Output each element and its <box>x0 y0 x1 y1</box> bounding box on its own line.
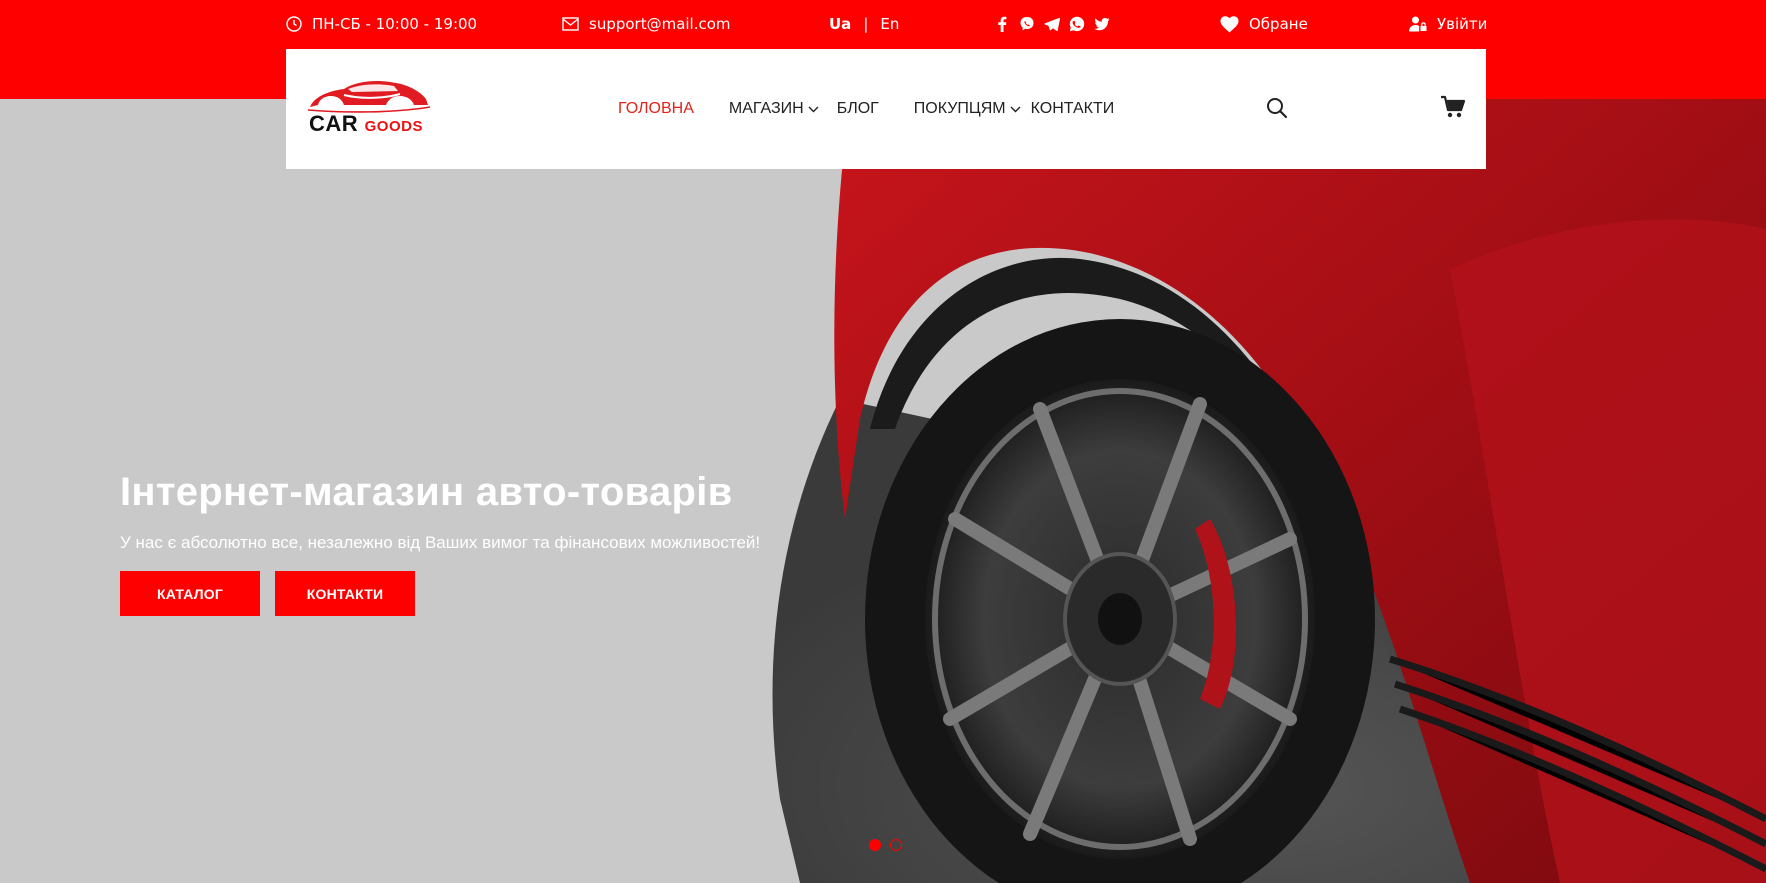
whatsapp-icon[interactable] <box>1069 16 1085 32</box>
user-icon <box>1409 16 1427 32</box>
nav-home-label: ГОЛОВНА <box>618 100 694 117</box>
hero-content: Інтернет-магазин авто-товарів У нас є аб… <box>120 470 760 616</box>
nav-shop-label: МАГАЗИН <box>728 100 804 117</box>
nav-blog[interactable]: БЛОГ <box>837 100 879 118</box>
telegram-icon[interactable] <box>1044 16 1060 32</box>
nav-home[interactable]: ГОЛОВНА <box>618 100 694 118</box>
main-header: CAR GOODS ГОЛОВНА МАГАЗИН БЛОГ ПОКУПЦЯМ … <box>286 49 1486 169</box>
facebook-icon[interactable] <box>994 16 1010 32</box>
email-link[interactable]: support@mail.com <box>562 0 731 48</box>
logo-goods-text: GOODS <box>364 118 423 135</box>
language-switcher: Ua | En <box>829 0 899 48</box>
heart-icon <box>1220 15 1239 33</box>
lang-ua[interactable]: Ua <box>829 15 851 33</box>
slider-dot-2[interactable] <box>890 839 902 851</box>
favorites-link[interactable]: Обране <box>1220 0 1308 48</box>
nav-blog-label: БЛОГ <box>836 100 879 117</box>
working-hours: ПН-СБ - 10:00 - 19:00 <box>286 0 477 48</box>
twitter-icon[interactable] <box>1094 16 1110 32</box>
lang-en[interactable]: En <box>880 15 899 33</box>
logo-text: CAR GOODS <box>309 111 423 137</box>
nav-buyers[interactable]: ПОКУПЦЯМ <box>914 100 1021 118</box>
top-info-line: ПН-СБ - 10:00 - 19:00 support@mail.com U… <box>286 0 1487 48</box>
cart-button[interactable] <box>1440 95 1466 123</box>
login-link[interactable]: Увійти <box>1409 0 1487 48</box>
social-links <box>994 0 1110 48</box>
search-button[interactable] <box>1266 97 1288 123</box>
login-label: Увійти <box>1437 15 1488 33</box>
nav-buyers-label: ПОКУПЦЯМ <box>913 100 1006 117</box>
email-text: support@mail.com <box>589 15 731 33</box>
hero-title: Інтернет-магазин авто-товарів <box>120 470 733 514</box>
main-nav: ГОЛОВНА МАГАЗИН БЛОГ ПОКУПЦЯМ КОНТАКТИ <box>618 49 1149 169</box>
contacts-button[interactable]: КОНТАКТИ <box>275 571 415 616</box>
chevron-down-icon <box>1010 106 1021 113</box>
site-logo[interactable]: CAR GOODS <box>304 77 436 137</box>
cart-icon <box>1441 95 1466 118</box>
nav-contacts[interactable]: КОНТАКТИ <box>1031 100 1115 118</box>
logo-car-text: CAR <box>309 111 359 136</box>
catalog-button[interactable]: КАТАЛОГ <box>120 571 260 616</box>
mail-icon <box>562 17 579 31</box>
search-icon <box>1267 98 1288 119</box>
nav-contacts-label: КОНТАКТИ <box>1030 100 1115 117</box>
working-hours-text: ПН-СБ - 10:00 - 19:00 <box>312 15 478 33</box>
lang-separator: | <box>863 15 869 33</box>
viber-icon[interactable] <box>1019 16 1035 32</box>
hero-buttons: КАТАЛОГ КОНТАКТИ <box>120 571 760 616</box>
chevron-down-icon <box>808 106 819 113</box>
favorites-label: Обране <box>1249 15 1308 33</box>
hero-subtitle: У нас є абсолютно все, незалежно від Ваш… <box>120 533 761 552</box>
slider-dots <box>869 839 902 851</box>
clock-icon <box>286 16 302 32</box>
nav-shop[interactable]: МАГАЗИН <box>729 100 819 118</box>
slider-dot-1[interactable] <box>869 839 881 851</box>
